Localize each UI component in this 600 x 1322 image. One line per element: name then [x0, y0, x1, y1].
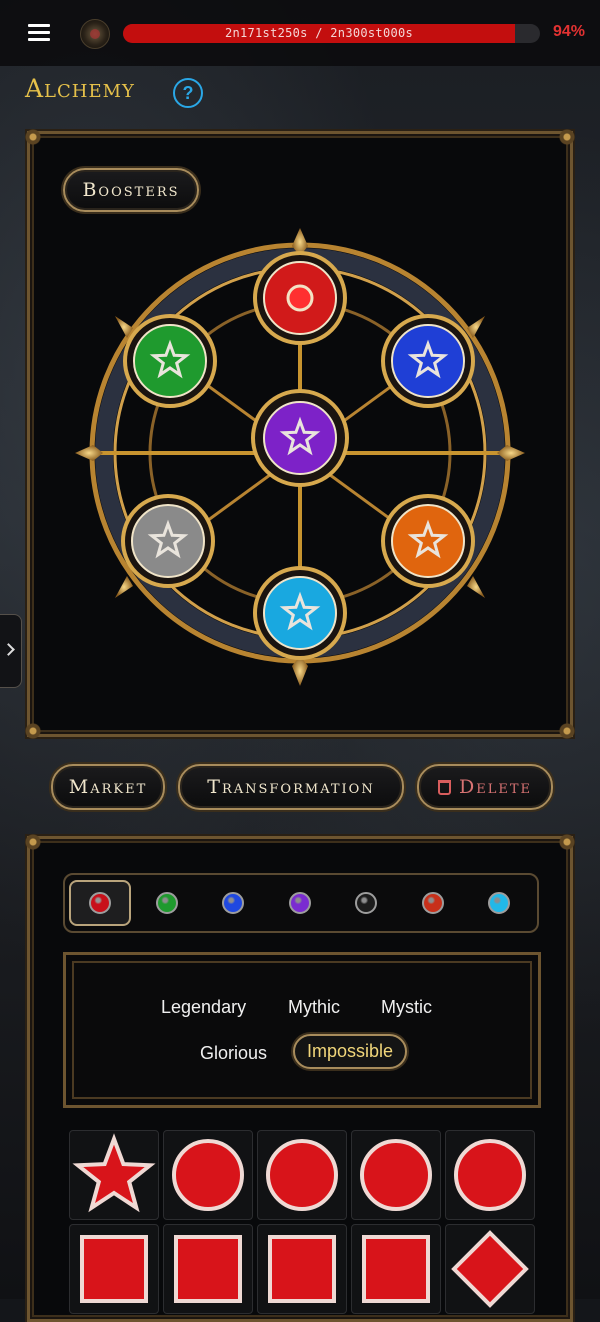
square-gem-icon [174, 1235, 242, 1303]
rarity-filter-panel: Legendary Mythic Mystic Glorious Impossi… [63, 952, 541, 1108]
gem-icon [288, 892, 311, 914]
item-slot[interactable] [163, 1130, 253, 1220]
gem-shape [80, 1235, 148, 1303]
frame-corner [22, 720, 44, 742]
frame-corner [22, 126, 44, 148]
rarity-impossible[interactable]: Impossible [293, 1034, 408, 1069]
item-slot[interactable] [69, 1224, 159, 1314]
progress-text: 2n171st250s / 2n300st000s [224, 26, 414, 40]
rarity-glorious[interactable]: Glorious [200, 1043, 267, 1064]
chevron-right-icon [2, 643, 15, 656]
item-slot[interactable] [163, 1224, 253, 1314]
gem-color-tabs [63, 873, 539, 933]
item-slot[interactable] [351, 1224, 441, 1314]
gem-shape [360, 1139, 432, 1211]
gem-tab-red[interactable] [69, 880, 131, 926]
rarity-mystic[interactable]: Mystic [381, 997, 432, 1018]
frame-corner [556, 831, 578, 853]
gem-icon [355, 892, 377, 914]
side-drawer-handle[interactable] [0, 614, 22, 688]
progress-percent: 94% [553, 23, 586, 40]
gem-tab-green[interactable] [136, 880, 198, 926]
orb-green[interactable] [123, 314, 217, 408]
frame-corner [556, 720, 578, 742]
rarity-mythic[interactable]: Mythic [288, 997, 340, 1018]
item-slot[interactable] [445, 1130, 535, 1220]
gem-shape [268, 1235, 336, 1303]
alchemy-wheel [75, 228, 525, 686]
gem-tab-orange-red[interactable] [402, 880, 464, 926]
round-gem-icon [360, 1139, 432, 1211]
orb-purple[interactable] [251, 389, 349, 487]
gem-icon [222, 892, 244, 914]
item-slot[interactable] [257, 1224, 347, 1314]
top-bar: 2n171st250s / 2n300st000s 94% [0, 0, 600, 66]
frame-corner [556, 126, 578, 148]
round-gem-icon [454, 1139, 526, 1211]
delete-button[interactable]: Delete [417, 764, 553, 810]
gem-shape [172, 1139, 244, 1211]
hamburger-icon[interactable] [28, 24, 50, 42]
round-gem-icon [266, 1139, 338, 1211]
item-slot[interactable] [257, 1130, 347, 1220]
ruby-gem-icon [286, 284, 314, 312]
rarity-legendary[interactable]: Legendary [161, 997, 246, 1018]
game-logo-icon[interactable] [80, 19, 110, 49]
gem-icon [155, 892, 178, 914]
experience-progress-bar: 2n171st250s / 2n300st000s [123, 24, 540, 43]
gem-tab-black[interactable] [335, 880, 397, 926]
orb-red[interactable] [253, 251, 347, 345]
gem-shape [454, 1139, 526, 1211]
orb-orange[interactable] [381, 494, 475, 588]
transformation-button[interactable]: Transformation [178, 764, 404, 810]
item-slot[interactable] [445, 1224, 535, 1314]
gem-icon [421, 892, 444, 914]
spike-bottom-left [115, 576, 133, 598]
boosters-button[interactable]: Boosters [63, 168, 199, 212]
orb-blue[interactable] [381, 314, 475, 408]
square-gem-icon [362, 1235, 430, 1303]
gem-icon [488, 892, 510, 914]
star-gem-icon [72, 1133, 156, 1213]
trash-icon [437, 780, 451, 795]
gem-shape [451, 1230, 529, 1308]
frame-corner [22, 831, 44, 853]
item-slot[interactable] [69, 1130, 159, 1220]
round-gem-icon [172, 1139, 244, 1211]
gem-shape [362, 1235, 430, 1303]
page-title: Alchemy [25, 74, 135, 103]
gem-tab-blue[interactable] [202, 880, 264, 926]
gem-tab-purple[interactable] [269, 880, 331, 926]
gem-shape [174, 1235, 242, 1303]
square-gem-icon [80, 1235, 148, 1303]
market-button[interactable]: Market [51, 764, 165, 810]
delete-label: Delete [458, 776, 532, 798]
orb-cyan[interactable] [253, 566, 347, 660]
gem-icon [89, 892, 111, 914]
item-slot[interactable] [351, 1130, 441, 1220]
spike-bottom-right [467, 576, 485, 598]
gem-shape [72, 1133, 156, 1213]
square-gem-icon [268, 1235, 336, 1303]
gem-shape [266, 1139, 338, 1211]
diamond-gem-icon [451, 1230, 529, 1308]
gem-tab-cyan[interactable] [468, 880, 530, 926]
question-icon[interactable]: ? [173, 78, 203, 108]
orb-silver[interactable] [121, 494, 215, 588]
